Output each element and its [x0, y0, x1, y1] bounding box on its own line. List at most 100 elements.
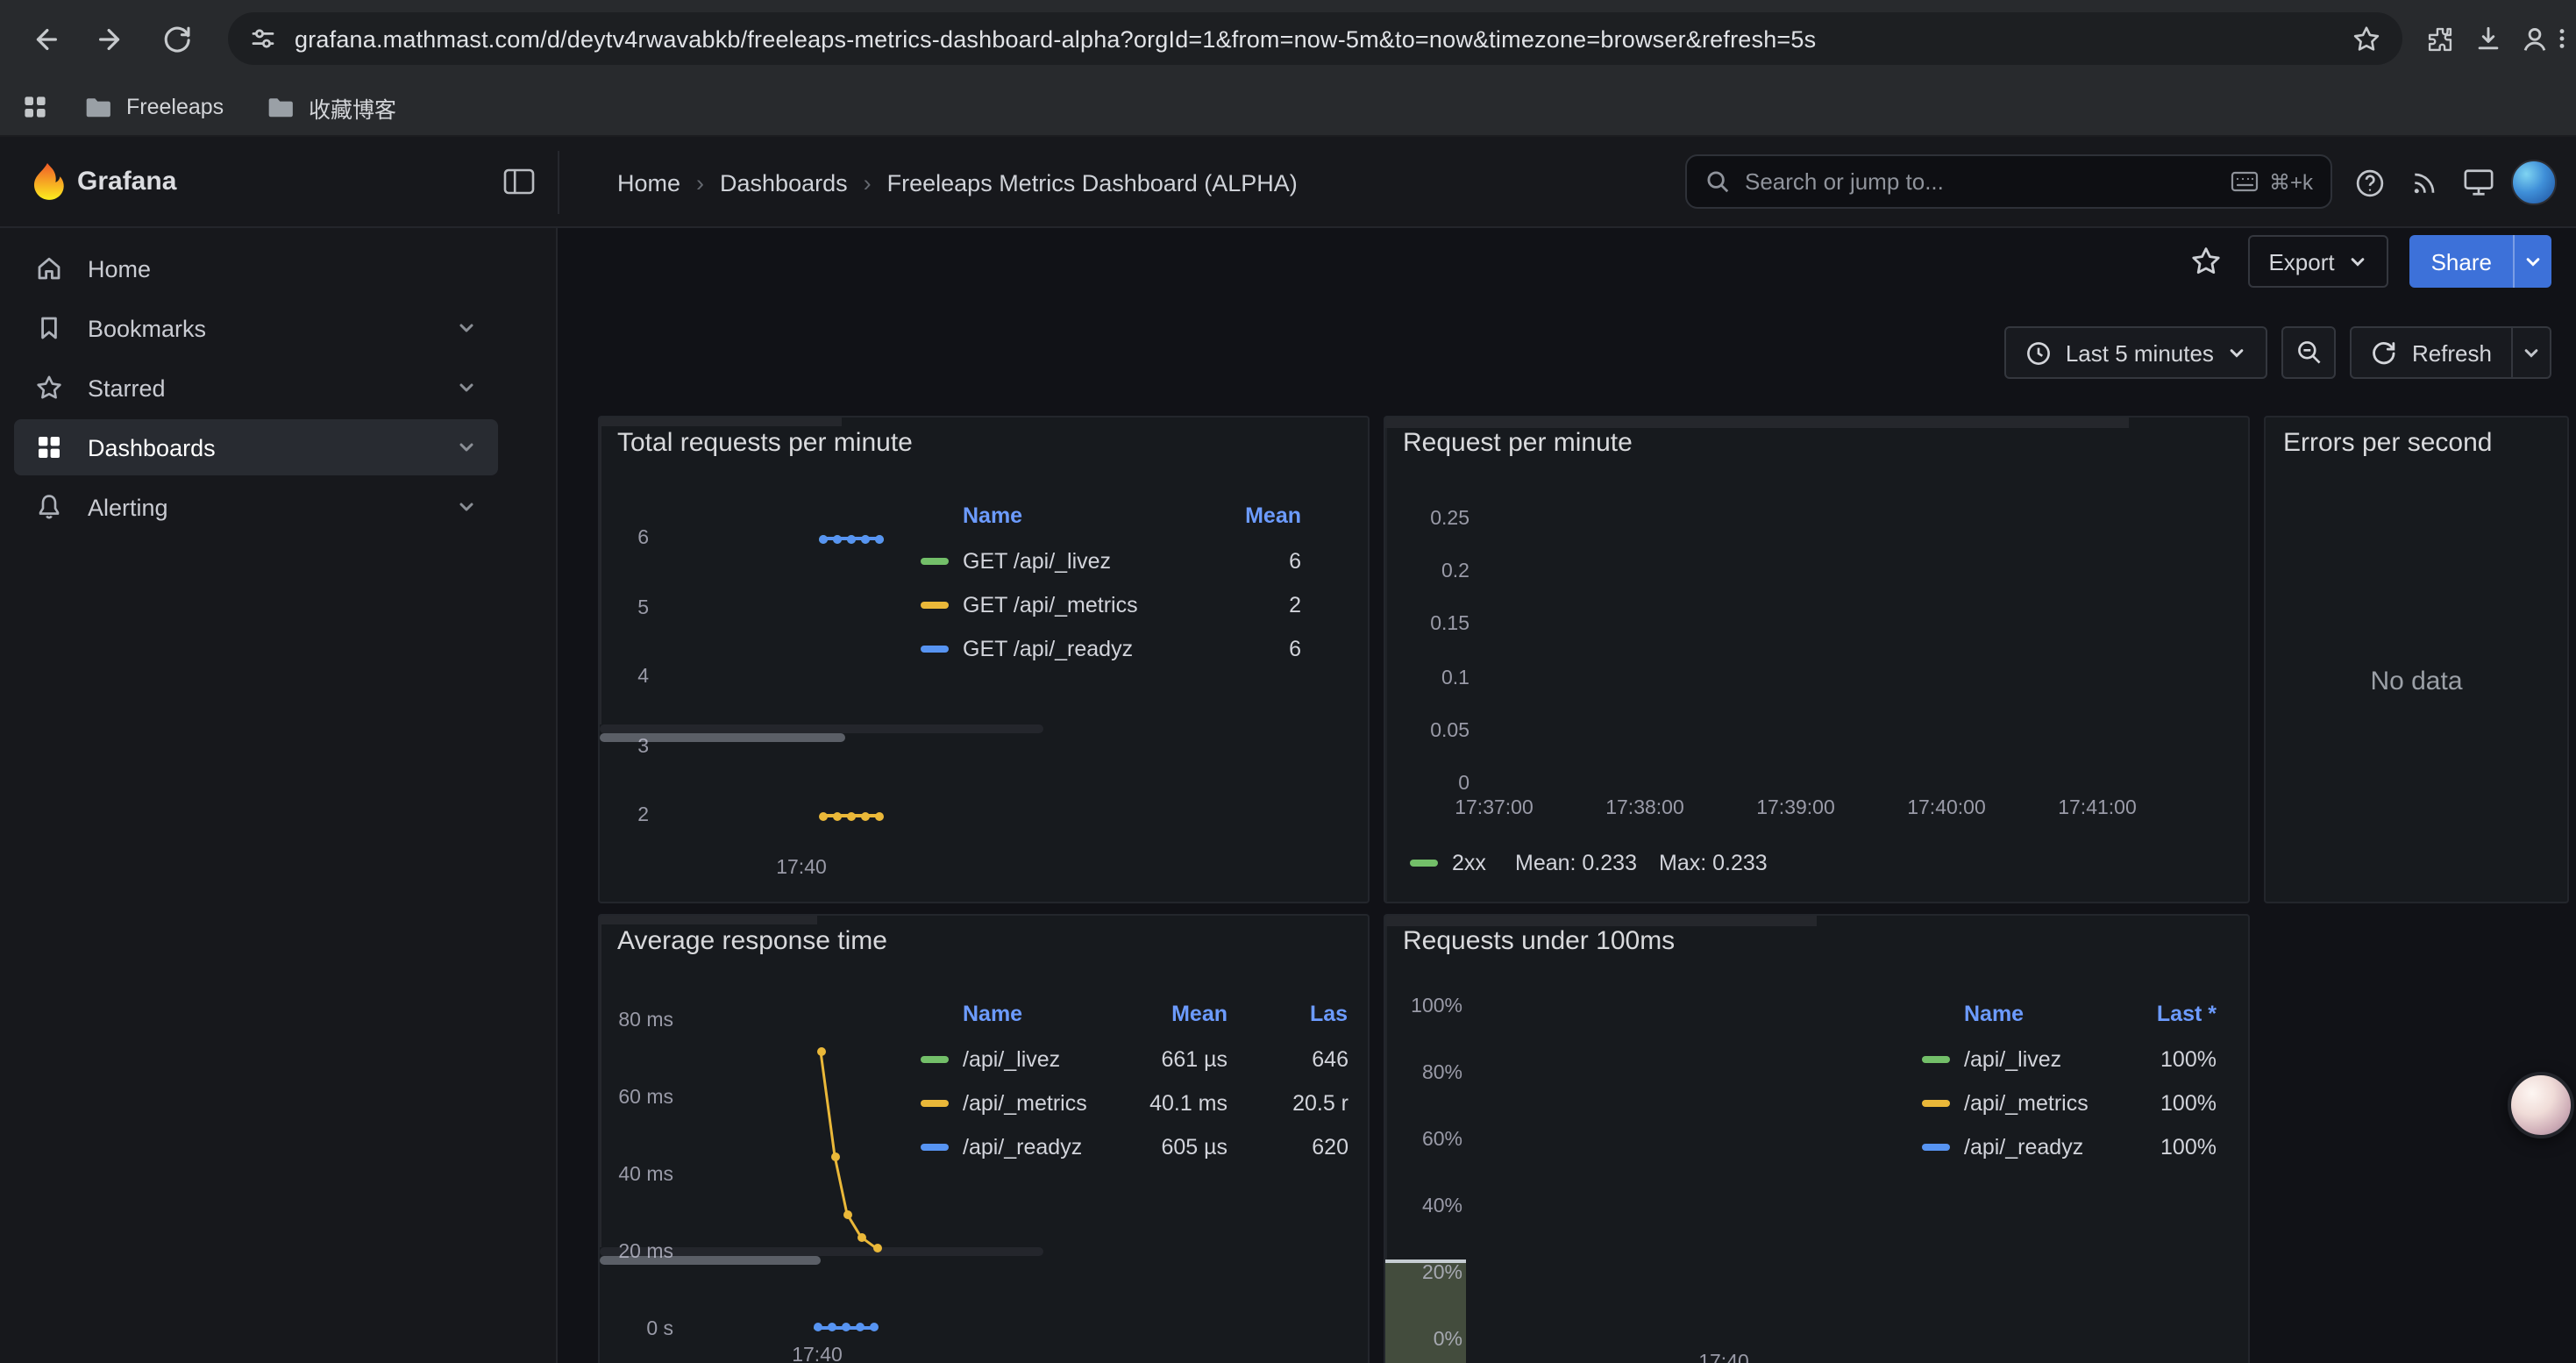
- legend-series-dash: [1922, 1056, 1950, 1063]
- bookmark-star-icon[interactable]: [2352, 24, 2381, 54]
- time-controls-row: Last 5 minutes Refresh: [558, 326, 2576, 379]
- sidebar-item-alerting[interactable]: Alerting: [14, 479, 498, 535]
- legend-header-name[interactable]: Name: [1964, 1000, 2024, 1028]
- x-tick-label: 17:40: [765, 1344, 870, 1363]
- y-tick-label: 0.2: [1385, 560, 1469, 584]
- chevron-down-icon: [2349, 252, 2368, 271]
- breadcrumb-separator: ›: [864, 169, 872, 196]
- floating-assistant-avatar[interactable]: [2508, 1072, 2574, 1138]
- series-point: [818, 534, 827, 543]
- x-tick-label: 17:38:00: [1589, 796, 1701, 821]
- legend-header-mean[interactable]: Mean: [1196, 502, 1301, 530]
- legend-value: 6: [1196, 635, 1301, 663]
- y-tick-label: 60 ms: [600, 1086, 673, 1110]
- chevron-down-icon[interactable]: [456, 496, 477, 517]
- share-dropdown-chevron-icon[interactable]: [2513, 235, 2551, 288]
- extensions-icon[interactable]: [2420, 19, 2459, 58]
- export-button[interactable]: Export: [2247, 235, 2388, 288]
- refresh-interval-chevron-icon[interactable]: [2513, 326, 2551, 379]
- bookmark-item-blog[interactable]: 收藏博客: [267, 77, 396, 137]
- panel-title[interactable]: Total requests per minute: [617, 428, 913, 458]
- browser-toolbar: grafana.mathmast.com/d/deytv4rwavabkb/fr…: [0, 0, 2576, 77]
- legend-header-last[interactable]: Last *: [2111, 1000, 2217, 1028]
- monitor-icon[interactable]: [2459, 163, 2497, 202]
- chevron-down-icon[interactable]: [456, 437, 477, 458]
- time-range-picker[interactable]: Last 5 minutes: [2004, 326, 2268, 379]
- series-point: [813, 1323, 822, 1331]
- legend-series-dash: [921, 602, 949, 609]
- sidebar-item-starred[interactable]: Starred: [14, 360, 498, 416]
- legend-name[interactable]: /api/_metrics: [963, 1089, 1087, 1117]
- zoom-out-button[interactable]: [2282, 326, 2337, 379]
- series-point: [874, 534, 883, 543]
- sidebar-item-dashboards[interactable]: Dashboards: [14, 419, 498, 475]
- legend-scrollbar-track: [600, 724, 1043, 733]
- sidebar-item-home[interactable]: Home: [14, 240, 498, 296]
- no-data-label: No data: [2266, 667, 2567, 696]
- refresh-button[interactable]: Refresh: [2351, 326, 2513, 379]
- legend-name[interactable]: GET /api/_readyz: [963, 635, 1133, 663]
- panel-title[interactable]: Request per minute: [1403, 428, 1633, 458]
- legend-name[interactable]: GET /api/_livez: [963, 547, 1111, 575]
- x-tick-label: 17:37:00: [1438, 796, 1550, 821]
- legend-header-last[interactable]: Las: [1310, 1000, 1348, 1028]
- browser-profile-icon[interactable]: [2515, 19, 2553, 58]
- help-icon[interactable]: [2350, 163, 2388, 202]
- url-bar[interactable]: grafana.mathmast.com/d/deytv4rwavabkb/fr…: [228, 12, 2402, 65]
- series-point: [846, 811, 855, 820]
- series-point: [860, 811, 869, 820]
- share-button[interactable]: Share: [2410, 235, 2513, 288]
- bookmark-item-freeleaps[interactable]: Freeleaps: [84, 77, 224, 137]
- share-split-button: Share: [2410, 235, 2551, 288]
- news-rss-icon[interactable]: [2406, 163, 2444, 202]
- legend-name[interactable]: /api/_livez: [963, 1045, 1060, 1074]
- legend-value-mean: 40.1 ms: [1105, 1089, 1228, 1117]
- chevron-down-icon[interactable]: [456, 318, 477, 339]
- grafana-logo-icon[interactable]: [28, 161, 67, 203]
- series-point: [841, 1323, 850, 1331]
- screen: grafana.mathmast.com/d/deytv4rwavabkb/fr…: [0, 0, 2576, 1363]
- forward-icon[interactable]: [91, 19, 130, 58]
- legend-name[interactable]: GET /api/_metrics: [963, 591, 1138, 619]
- breadcrumb-home[interactable]: Home: [617, 169, 680, 196]
- y-tick-label: 80 ms: [600, 1009, 673, 1033]
- legend-name[interactable]: /api/_readyz: [1964, 1133, 2083, 1161]
- panel-title[interactable]: Errors per second: [2283, 428, 2492, 458]
- h-gridline: [600, 923, 817, 924]
- legend-series-dash: [1922, 1144, 1950, 1151]
- breadcrumb-dashboards[interactable]: Dashboards: [720, 169, 848, 196]
- reload-icon[interactable]: [158, 19, 196, 58]
- legend-header-name[interactable]: Name: [963, 502, 1022, 530]
- panel-title[interactable]: Requests under 100ms: [1403, 926, 1675, 956]
- dock-menu-icon[interactable]: [503, 168, 535, 195]
- back-icon[interactable]: [25, 19, 63, 58]
- legend-header-mean[interactable]: Mean: [1122, 1000, 1228, 1028]
- bookmark-label: 收藏博客: [309, 90, 396, 124]
- x-tick-label: 17:39:00: [1740, 796, 1852, 821]
- y-tick-label: 0.05: [1385, 719, 1469, 744]
- legend-name[interactable]: /api/_metrics: [1964, 1089, 2089, 1117]
- sidebar-item-label: Bookmarks: [88, 315, 206, 341]
- favorite-star-icon[interactable]: [2184, 240, 2226, 282]
- legend-name[interactable]: 2xx: [1452, 849, 1486, 877]
- sidebar: Home Bookmarks StarredDashboardsAlerting: [0, 228, 558, 1363]
- search-input[interactable]: Search or jump to... ⌘+k: [1685, 154, 2332, 209]
- user-avatar[interactable]: [2511, 160, 2557, 205]
- grafana-topnav: Grafana Home › Dashboards › Freeleaps Me…: [0, 137, 2576, 228]
- legend-value: 100%: [2111, 1089, 2217, 1117]
- legend-mean: Mean: 0.233: [1515, 849, 1637, 877]
- legend-name[interactable]: /api/_livez: [1964, 1045, 2061, 1074]
- chevron-down-icon[interactable]: [456, 377, 477, 398]
- site-info-icon[interactable]: [249, 25, 277, 53]
- apps-grid-icon[interactable]: [21, 77, 49, 137]
- legend-header-name[interactable]: Name: [963, 1000, 1022, 1028]
- sidebar-item-bookmarks[interactable]: Bookmarks: [14, 300, 498, 356]
- legend-value: 6: [1196, 547, 1301, 575]
- legend-name[interactable]: /api/_readyz: [963, 1133, 1082, 1161]
- panel-title[interactable]: Average response time: [617, 926, 887, 956]
- browser-menu-icon[interactable]: [2550, 19, 2574, 58]
- series-point: [860, 534, 869, 543]
- legend-series-dash: [921, 558, 949, 565]
- series-point: [832, 811, 841, 820]
- downloads-icon[interactable]: [2469, 19, 2508, 58]
